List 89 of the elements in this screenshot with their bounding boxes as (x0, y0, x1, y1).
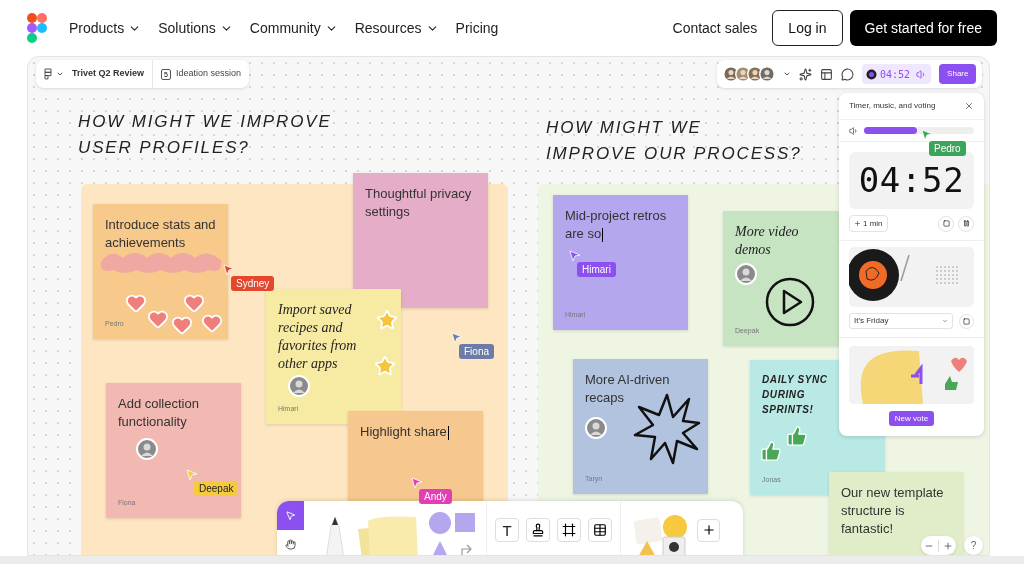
play-icon (765, 277, 815, 327)
chevron-down-icon[interactable] (783, 70, 791, 78)
stop-icon (963, 317, 970, 325)
sticky-text: Introduce stats and achievements (105, 216, 216, 252)
avatar[interactable] (759, 66, 775, 82)
section-tool[interactable] (557, 518, 581, 542)
share-button[interactable]: Share (939, 64, 977, 84)
logo-icon[interactable] (27, 13, 47, 43)
avatar (136, 438, 158, 460)
record-icon (866, 68, 877, 80)
sticky-text: Mid-project retros are so (565, 207, 668, 243)
hand-icon (285, 539, 296, 550)
nav-link[interactable]: Resources (354, 17, 439, 39)
nav-link[interactable]: Products (69, 17, 142, 39)
pause-icon (962, 220, 970, 227)
chevron-down-icon (942, 318, 948, 324)
sticky-text: DAILY SYNC DURING SPRINTS! (762, 373, 829, 417)
text-tool[interactable]: T (495, 518, 519, 542)
thumbs-up-icon (760, 440, 782, 462)
star-icon (376, 309, 398, 331)
sticky-text: More AI-driven recaps (585, 371, 671, 407)
cursor-label: Sydney (231, 276, 275, 291)
nav-link[interactable]: Solutions (158, 17, 233, 39)
add-minute-button[interactable]: 1 min (849, 215, 888, 232)
avatar (735, 263, 757, 285)
sparkles-icon[interactable] (799, 67, 812, 81)
section-title: HOW MIGHT WE IMPROVE (78, 111, 332, 133)
avatar (585, 417, 607, 439)
sticky-note[interactable]: Our new template structure is fantastic! (829, 472, 963, 555)
section-title: USER PROFILES? (78, 137, 251, 159)
panel-title: Timer, music, and voting (849, 100, 936, 112)
cursor-icon (223, 264, 235, 276)
starburst-drawing (633, 393, 701, 465)
stamp-tool[interactable] (526, 518, 550, 542)
cursor-label: Deepak (194, 481, 239, 496)
zoom-in-icon[interactable] (943, 540, 953, 551)
cursor-icon (411, 477, 423, 489)
get-started-button[interactable]: Get started for free (849, 10, 997, 46)
cursor-icon (921, 129, 933, 141)
table-tool[interactable] (588, 518, 612, 542)
add-button[interactable] (697, 518, 720, 542)
plus-icon (854, 220, 861, 227)
chevron-down-icon[interactable] (56, 70, 64, 78)
layout-icon[interactable] (820, 67, 833, 81)
stop-icon (942, 220, 950, 227)
timer-text: 04:52 (880, 67, 911, 82)
new-vote-button[interactable]: New vote (888, 411, 935, 426)
file-name[interactable]: Trivet Q2 Review (72, 67, 145, 81)
cursor-label: Pedro (929, 141, 966, 156)
sticky-text: More video demos (735, 223, 800, 259)
timer-chip[interactable]: 04:52 (862, 64, 932, 84)
cursor-icon (569, 250, 581, 262)
frame-icon (562, 523, 576, 537)
select-tool[interactable] (277, 501, 304, 530)
cursor-label: Fiona (459, 344, 494, 359)
cursor-label: Andy (419, 489, 452, 504)
thumbs-up-icon (786, 425, 808, 447)
heart-icon (125, 292, 147, 314)
section-title: HOW MIGHT WE (546, 117, 703, 139)
sticky-text: Thoughtful privacy settings (365, 185, 473, 221)
avatar (288, 375, 310, 397)
sticky-note[interactable]: Thoughtful privacy settings (353, 173, 488, 308)
cursor-label: Himari (577, 262, 616, 277)
sticky-text: Highlight share (360, 423, 450, 441)
nav-link[interactable]: Pricing (455, 17, 499, 39)
pointer-icon (285, 510, 296, 521)
table-icon (593, 523, 607, 537)
login-button[interactable]: Log in (772, 10, 843, 46)
track-dropdown[interactable]: It's Friday (849, 313, 953, 329)
comment-icon[interactable] (841, 67, 854, 81)
star-icon (374, 355, 396, 377)
section-title: IMPROVE OUR PROCESS? (546, 143, 802, 165)
volume-slider[interactable] (864, 127, 974, 134)
timer-digits: 04:52 (858, 159, 965, 202)
heart-icon (147, 308, 169, 330)
stamp-icon (531, 523, 545, 537)
figma-menu-icon[interactable] (44, 68, 52, 80)
heart-icon (171, 314, 193, 336)
close-icon[interactable] (964, 101, 974, 111)
sticky-text: Add collection functionality (118, 395, 200, 431)
plus-icon (701, 523, 716, 537)
heart-icon (183, 292, 205, 314)
cursor-icon (451, 332, 463, 344)
nav-link[interactable]: Community (249, 17, 338, 39)
speaker-icon[interactable] (849, 125, 859, 136)
contact-sales-link[interactable]: Contact sales (672, 17, 758, 39)
heart-icon (201, 312, 223, 334)
page-name[interactable]: Ideation session (175, 67, 241, 81)
cursor-icon (186, 469, 198, 481)
